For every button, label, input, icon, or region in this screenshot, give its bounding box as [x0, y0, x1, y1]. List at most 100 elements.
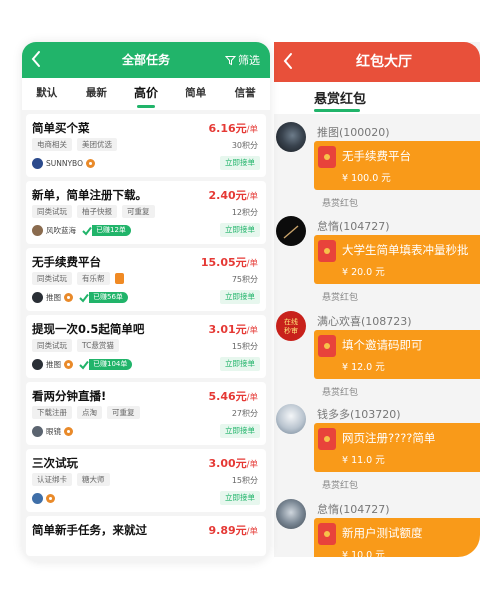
- task-card[interactable]: 无手续费平台 15.05元/单 同类试玩 有乐帮 75积分 推图 已赚56单 立…: [26, 248, 266, 311]
- avatar[interactable]: [276, 404, 306, 434]
- tab-reward-envelopes[interactable]: 悬赏红包: [314, 88, 366, 107]
- task-tag: 同类试玩: [32, 339, 72, 352]
- avatar[interactable]: [276, 499, 306, 529]
- task-points: 15积分: [231, 342, 258, 351]
- task-points: 30积分: [231, 141, 258, 150]
- envelope-type-label: 悬赏红包: [322, 199, 359, 209]
- avatar[interactable]: [276, 122, 306, 152]
- task-points: 12积分: [231, 208, 258, 217]
- task-tag: 认证绑卡: [32, 473, 72, 486]
- accept-task-button[interactable]: 立即接单: [220, 357, 260, 371]
- accept-task-button[interactable]: 立即接单: [220, 491, 260, 505]
- publisher-name: 推图: [46, 293, 61, 302]
- task-tags: 认证绑卡 糖大师: [32, 473, 110, 486]
- check-icon: [79, 360, 89, 370]
- envelope-amount: ¥ 100.0 元: [342, 173, 391, 184]
- completed-orders-badge: 已赚104单: [79, 359, 133, 370]
- task-title: 三次试玩: [32, 456, 78, 470]
- task-publisher: 推图 已赚104单: [32, 359, 133, 370]
- accept-task-button[interactable]: 立即接单: [220, 156, 260, 170]
- page-title: 红包大厅: [356, 54, 412, 70]
- filter-button[interactable]: 筛选: [225, 52, 260, 68]
- task-card[interactable]: 提现一次0.5起简单吧 3.01元/单 同类试玩 TC悬赏猫 15积分 推图 已…: [26, 315, 266, 378]
- task-price: 2.40元/单: [208, 189, 258, 202]
- task-card[interactable]: 看两分钟直播! 5.46元/单 下载注册 点淘 可重复 27积分 眼镜 立即接单: [26, 382, 266, 445]
- task-price: 5.46元/单: [208, 390, 258, 403]
- sort-tab-bar: 默认 最新 高价 简单 信誉: [22, 78, 270, 110]
- envelope-post: 推图(100020) 无手续费平台 ¥ 100.0 元 悬赏红包: [274, 118, 480, 210]
- envelope-amount: ¥ 11.0 元: [342, 455, 385, 466]
- task-title: 简单买个菜: [32, 121, 90, 135]
- envelope-amount: ¥ 12.0 元: [342, 362, 385, 373]
- envelope-title: 网页注册????简单: [342, 431, 436, 445]
- task-price: 15.05元/单: [200, 256, 258, 269]
- red-envelope-tab-bar: 悬赏红包: [274, 82, 480, 114]
- task-tag: 有乐帮: [77, 272, 110, 285]
- publisher-name: SUNNYBO: [46, 159, 83, 168]
- task-publisher: 推图 已赚56单: [32, 292, 128, 303]
- publisher-name: 眼镜: [46, 427, 61, 436]
- red-envelope-icon: [318, 240, 336, 262]
- filter-label: 筛选: [238, 54, 260, 67]
- accept-task-button[interactable]: 立即接单: [220, 290, 260, 304]
- task-tags: 电商相关 美团优选: [32, 138, 117, 151]
- chevron-left-icon[interactable]: [282, 51, 296, 73]
- poster-name: 钱多多(103720): [317, 408, 401, 421]
- envelope-post: 怠惰(104727) 大学生简单填表冲量秒批 ¥ 20.0 元 悬赏红包: [274, 212, 480, 304]
- vip-medal-icon: [64, 427, 73, 436]
- completed-orders-count: 已赚56单: [89, 292, 128, 303]
- envelope-title: 新用户测试额度: [342, 526, 423, 540]
- avatar: [32, 225, 43, 236]
- envelope-post: 钱多多(103720) 网页注册????简单 ¥ 11.0 元 悬赏红包: [274, 400, 480, 492]
- avatar[interactable]: [276, 216, 306, 246]
- avatar: [32, 493, 43, 504]
- red-envelope-card[interactable]: 填个邀请码即可 ¥ 12.0 元: [314, 330, 480, 379]
- envelope-post: 在线 秒审 满心欢喜(108723) 填个邀请码即可 ¥ 12.0 元 悬赏红包: [274, 307, 480, 399]
- task-tag: 可重复: [107, 406, 140, 419]
- task-card[interactable]: 简单新手任务，来就过 9.89元/单: [26, 516, 266, 556]
- tab-newest[interactable]: 最新: [72, 78, 122, 110]
- vip-medal-icon: [46, 494, 55, 503]
- task-tags: 同类试玩 TC悬赏猫: [32, 339, 119, 352]
- task-tag: 同类试玩: [32, 205, 72, 218]
- task-tag: 柚子快报: [77, 205, 117, 218]
- completed-orders-badge: 已赚12单: [82, 225, 131, 236]
- tab-simple[interactable]: 简单: [171, 78, 221, 110]
- tab-reputation[interactable]: 信誉: [220, 78, 270, 110]
- task-card[interactable]: 简单买个菜 6.16元/单 电商相关 美团优选 30积分 SUNNYBO 立即接…: [26, 114, 266, 177]
- vip-medal-icon: [64, 360, 73, 369]
- red-envelope-card[interactable]: 大学生简单填表冲量秒批 ¥ 20.0 元: [314, 235, 480, 284]
- accept-task-button[interactable]: 立即接单: [220, 424, 260, 438]
- task-publisher: [32, 493, 55, 504]
- task-card[interactable]: 新单，简单注册下载。 2.40元/单 同类试玩 柚子快报 可重复 12积分 风吹…: [26, 181, 266, 244]
- publisher-name: 推图: [46, 360, 61, 369]
- tab-default[interactable]: 默认: [22, 78, 72, 110]
- task-points: 27积分: [231, 409, 258, 418]
- check-icon: [82, 226, 92, 236]
- task-tags: 同类试玩 有乐帮: [32, 272, 124, 285]
- task-tag: TC悬赏猫: [77, 339, 119, 352]
- accept-task-button[interactable]: 立即接单: [220, 223, 260, 237]
- completed-orders-count: 已赚12单: [92, 225, 131, 236]
- envelope-title: 大学生简单填表冲量秒批: [342, 243, 469, 257]
- task-title: 无手续费平台: [32, 255, 101, 269]
- avatar[interactable]: 在线 秒审: [276, 311, 306, 341]
- task-title: 看两分钟直播!: [32, 389, 107, 403]
- task-tags: 下载注册 点淘 可重复: [32, 406, 140, 419]
- task-title: 简单新手任务，来就过: [32, 523, 147, 537]
- task-card[interactable]: 三次试玩 3.00元/单 认证绑卡 糖大师 15积分 立即接单: [26, 449, 266, 512]
- red-envelope-hall-screen: 红包大厅 悬赏红包 推图(100020) 无手续费平台 ¥ 100.0 元 悬赏…: [274, 42, 480, 557]
- red-envelope-card[interactable]: 新用户测试额度 ¥ 10.0 元: [314, 518, 480, 557]
- red-envelope-card[interactable]: 无手续费平台 ¥ 100.0 元: [314, 141, 480, 190]
- envelope-amount: ¥ 10.0 元: [342, 550, 385, 557]
- task-publisher: 眼镜: [32, 426, 73, 437]
- red-envelope-card[interactable]: 网页注册????简单 ¥ 11.0 元: [314, 423, 480, 472]
- chevron-left-icon[interactable]: [31, 50, 41, 73]
- svg-text:在线: 在线: [284, 317, 298, 326]
- poster-name: 推图(100020): [317, 126, 390, 139]
- task-list-screen: 全部任务 筛选 默认 最新 高价 简单 信誉 简单买个菜 6.16元/单 电商相…: [22, 42, 270, 562]
- check-icon: [79, 293, 89, 303]
- task-price: 3.00元/单: [208, 457, 258, 470]
- envelope-amount: ¥ 20.0 元: [342, 267, 385, 278]
- tab-high-price[interactable]: 高价: [121, 78, 171, 110]
